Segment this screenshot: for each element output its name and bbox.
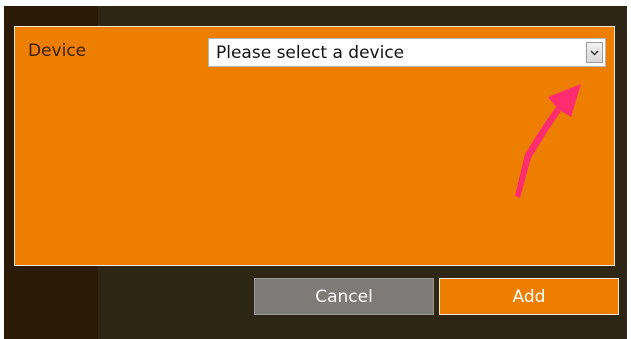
chevron-down-icon[interactable] [586, 42, 603, 63]
device-select[interactable]: Please select a device [208, 38, 606, 67]
chevron-down-glyph [590, 49, 599, 56]
device-select-value: Please select a device [216, 43, 405, 63]
add-button[interactable]: Add [439, 278, 619, 315]
dialog-window: Device Please select a device Cancel Add [4, 6, 627, 339]
device-label: Device [28, 41, 87, 61]
cancel-button[interactable]: Cancel [254, 278, 434, 315]
device-form-panel: Device Please select a device [14, 26, 615, 266]
